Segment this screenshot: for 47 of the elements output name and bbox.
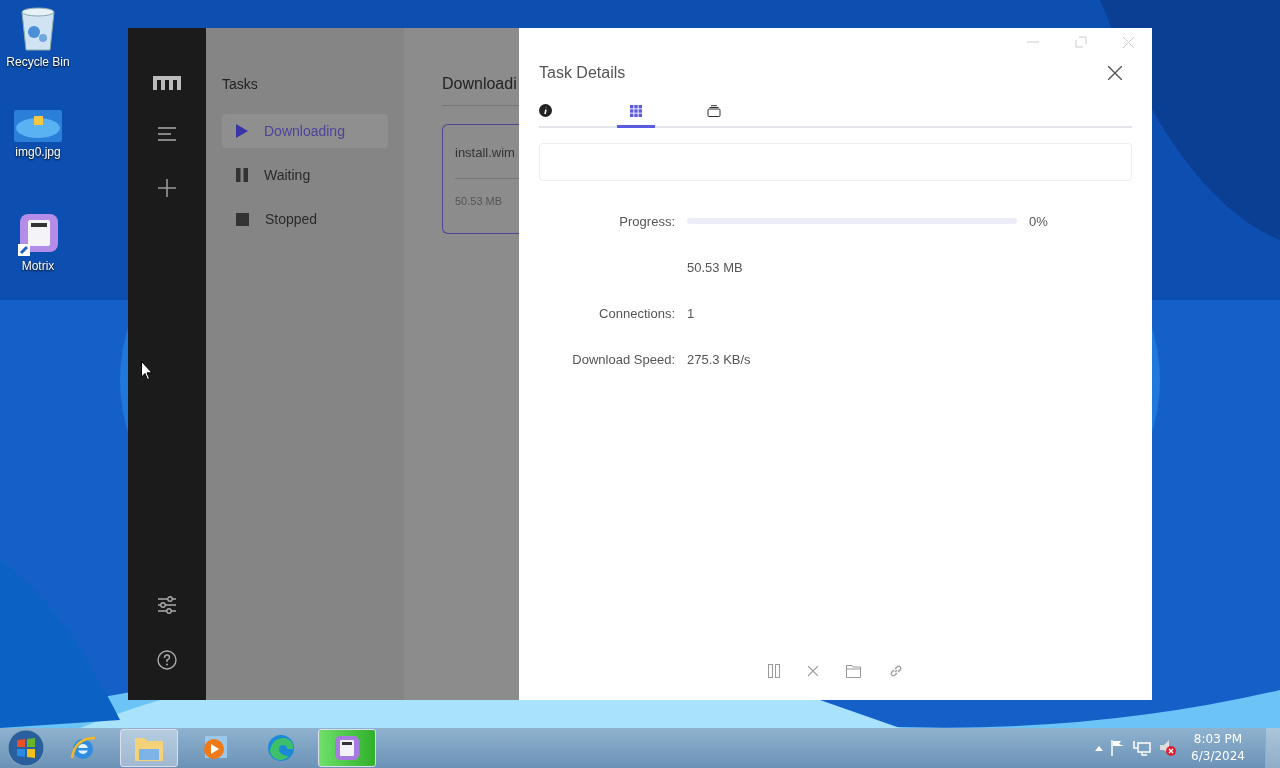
field-value: 1 xyxy=(687,305,695,321)
start-button[interactable] xyxy=(6,728,46,768)
clock-date: 6/3/2024 xyxy=(1191,748,1245,765)
folder-icon[interactable] xyxy=(846,664,861,678)
pause-icon[interactable] xyxy=(768,664,780,678)
taskbar-app-button[interactable] xyxy=(120,729,178,767)
field-value: 275.3 KB/s xyxy=(687,351,751,367)
info-icon xyxy=(539,104,552,117)
grid-icon xyxy=(630,104,642,117)
field-label: Connections: xyxy=(599,305,675,321)
help-icon[interactable] xyxy=(157,650,177,670)
field-value: 50.53 MB xyxy=(687,259,743,275)
field-label: Download Speed: xyxy=(572,351,675,367)
field-label: Progress: xyxy=(619,213,675,229)
network-icon[interactable] xyxy=(1133,740,1152,756)
task-filter-item[interactable]: Stopped xyxy=(222,202,388,236)
pause-icon xyxy=(236,168,248,182)
progress-value: 0% xyxy=(1029,213,1048,229)
task-filter-item[interactable]: Waiting xyxy=(222,158,388,192)
mouse-pointer-icon xyxy=(141,361,153,380)
task-filter-item[interactable]: Downloading xyxy=(222,114,388,148)
flag-icon[interactable] xyxy=(1111,740,1126,756)
logo-icon xyxy=(153,76,181,90)
browser-e-icon xyxy=(69,734,97,762)
desktop-icon-label[interactable]: img0.jpg xyxy=(15,145,61,159)
show-hidden-icons-icon[interactable] xyxy=(1095,745,1104,751)
clock-time: 8:03 PM xyxy=(1193,731,1243,748)
tray-icon xyxy=(707,104,721,117)
media-player-icon xyxy=(202,735,228,761)
play-icon xyxy=(236,124,248,138)
app-shortcut-icon[interactable] xyxy=(18,214,58,256)
clock[interactable]: 8:03 PM 6/3/2024 xyxy=(1191,731,1245,765)
plus-icon[interactable] xyxy=(157,178,177,198)
menu-icon[interactable] xyxy=(157,126,177,142)
taskbar-app-button[interactable] xyxy=(318,729,376,767)
app-icon xyxy=(335,736,359,760)
close-icon[interactable] xyxy=(1108,66,1122,80)
speaker-muted-icon[interactable] xyxy=(1159,739,1178,757)
image-thumbnail-icon[interactable] xyxy=(14,110,62,142)
edge-browser-icon xyxy=(267,734,295,762)
desktop-icon-label[interactable]: Recycle Bin xyxy=(6,55,70,69)
settings-icon[interactable] xyxy=(157,596,177,614)
desktop-icon-label[interactable]: Motrix xyxy=(21,259,55,273)
link-icon[interactable] xyxy=(889,664,903,678)
stop-icon xyxy=(236,212,249,226)
panel-title: Tasks xyxy=(222,76,259,92)
drawer-title: Task Details xyxy=(539,64,626,82)
